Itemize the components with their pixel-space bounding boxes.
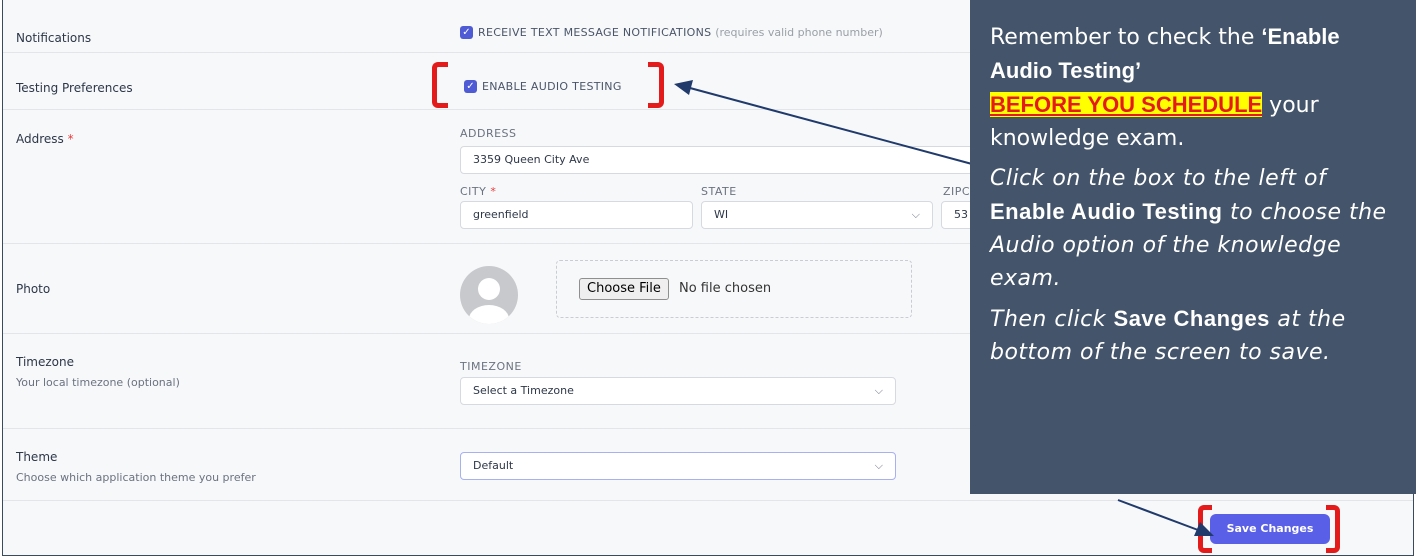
tooltip-paragraph-3: Then click Save Changes at the bottom of…	[990, 306, 1346, 365]
instruction-tooltip: Remember to check the ‘Enable Audio Test…	[970, 0, 1416, 494]
arrow-head-icon	[1194, 522, 1214, 536]
arrow-to-save	[1117, 499, 1199, 531]
highlighted-warning: BEFORE YOU SCHEDULE	[990, 92, 1263, 117]
arrow-head-icon	[674, 80, 693, 95]
tooltip-paragraph-2: Click on the box to the left of Enable A…	[990, 166, 1387, 291]
arrow-to-checkbox	[689, 87, 973, 165]
tooltip-paragraph-1: Remember to check the ‘Enable Audio Test…	[990, 24, 1340, 151]
